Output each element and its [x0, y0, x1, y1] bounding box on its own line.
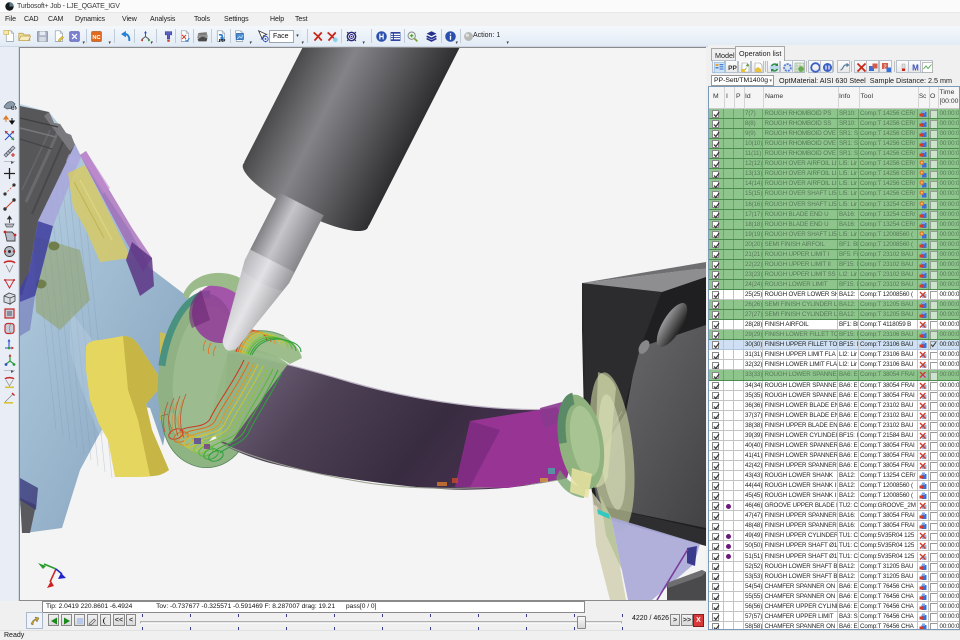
svg-text:PP: PP	[728, 65, 737, 72]
svg-text:NC: NC	[92, 34, 100, 40]
svg-text:PP: PP	[218, 37, 225, 42]
svg-text:M: M	[912, 63, 919, 72]
svg-text:2: 2	[883, 64, 886, 70]
svg-text:UN: UN	[11, 106, 17, 112]
